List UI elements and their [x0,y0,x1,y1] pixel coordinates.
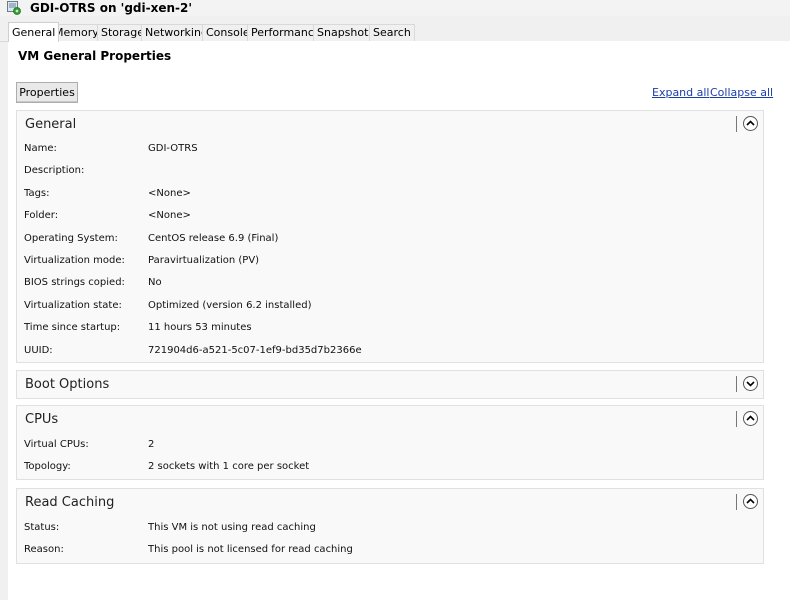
tab-search[interactable]: Search [369,24,415,41]
property-value: 11 hours 53 minutes [148,322,252,333]
property-label: Virtualization state: [24,300,122,311]
tab-strip: General Memory Storage Networking Consol… [0,22,790,42]
property-value: <None> [148,210,191,221]
section-read-caching-title: Read Caching [25,495,115,510]
property-value: 2 [148,439,155,450]
page-title: VM General Properties [18,49,172,63]
property-label: BIOS strings copied: [24,277,125,288]
property-value: Optimized (version 6.2 installed) [148,300,312,311]
general-tab-content: VM General Properties Properties Expand … [8,41,790,600]
property-label: Virtualization mode: [24,255,125,266]
section-cpus-title: CPUs [25,412,59,427]
property-value: Paravirtualization (PV) [148,255,260,266]
property-value: This pool is not licensed for read cachi… [148,544,353,555]
chevron-up-icon [746,498,755,504]
property-value: GDI-OTRS [148,143,198,154]
expand-all-link[interactable]: Expand all [652,86,710,99]
collapse-cpus-button[interactable] [743,411,758,426]
property-value: No [148,277,162,288]
property-label: Topology: [24,461,71,472]
section-divider [736,376,737,392]
collapse-all-link[interactable]: Collapse all [710,86,773,99]
properties-button[interactable]: Properties [16,82,78,103]
property-label: Name: [24,143,57,154]
section-general: General Name: GDI-OTRS Description: Tags:… [16,110,764,363]
section-read-caching: Read Caching Status: This VM is not using… [16,488,764,564]
section-cpus: CPUs Virtual CPUs: 2 Topology: 2 sockets w… [16,405,764,480]
tab-general[interactable]: General [8,22,60,42]
section-boot-options: Boot Options [16,370,764,399]
property-label: Tags: [24,188,50,199]
property-label: Status: [24,522,60,533]
property-label: Reason: [24,544,64,555]
section-general-title: General [25,117,77,132]
section-divider [736,494,737,510]
chevron-down-icon [746,381,755,387]
property-label: UUID: [24,345,53,356]
property-value: CentOS release 6.9 (Final) [148,233,279,244]
property-label: Time since startup: [24,322,121,333]
collapse-read-caching-button[interactable] [743,494,758,509]
vm-running-icon [7,1,21,15]
window-title: GDI-OTRS on 'gdi-xen-2' [30,1,193,15]
property-label: Description: [24,165,85,176]
property-label: Operating System: [24,233,118,244]
property-value: 2 sockets with 1 core per socket [148,461,310,472]
tab-console[interactable]: Console [202,24,254,41]
section-divider [736,411,737,427]
property-value: <None> [148,188,191,199]
title-bar: GDI-OTRS on 'gdi-xen-2' [0,0,790,16]
chevron-up-icon [746,415,755,421]
property-value: 721904d6-a521-5c07-1ef9-bd35d7b2366e [148,345,362,356]
section-divider [736,116,737,132]
property-value: This VM is not using read caching [148,522,316,533]
property-label: Folder: [24,210,59,221]
section-boot-options-title: Boot Options [25,377,110,392]
collapse-general-button[interactable] [743,116,758,131]
expand-boot-options-button[interactable] [743,376,758,391]
property-label: Virtual CPUs: [24,439,89,450]
chevron-up-icon [746,120,755,126]
